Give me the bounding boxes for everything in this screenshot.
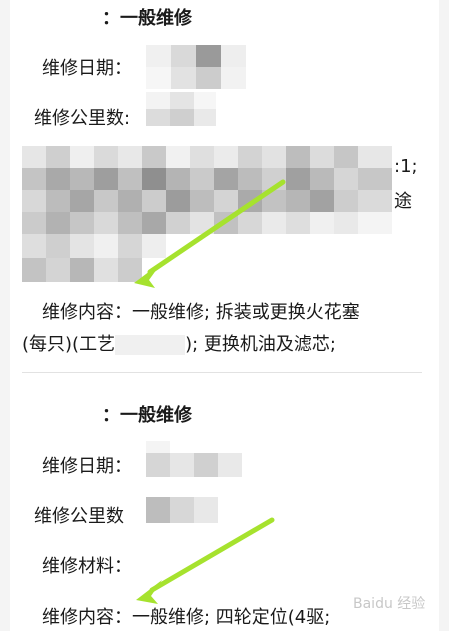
repair-date-label: 维修日期： — [42, 58, 132, 79]
repair-content-value: 一般维修; 拆装或更换火花塞 — [132, 302, 360, 323]
record-title: ：一般维修 — [102, 405, 192, 426]
repair-content-label: 维修内容： — [42, 302, 132, 323]
repair-date-label: 维修日期： — [42, 456, 132, 477]
materials-tail-text: :1; — [394, 156, 418, 177]
repair-content-continuation: (每只)(工艺 ); 更换机油及滤芯; — [22, 330, 336, 356]
watermark-text: Baidu 经验 — [353, 596, 426, 612]
redacted-repair-mileage — [146, 497, 218, 523]
repair-mileage-row: 维修公里数 — [34, 502, 124, 528]
materials-tail-text: 途 — [394, 191, 412, 212]
repair-date-row: 维修日期： — [42, 452, 132, 478]
baidu-watermark: Baidu 经验 — [345, 575, 445, 627]
record-title: ：一般维修 — [102, 8, 192, 29]
repair-mileage-label: 维修公里数 — [34, 506, 124, 527]
record-divider — [22, 372, 422, 373]
repair-content-row: 维修内容：一般维修; 四轮定位(4驱; — [42, 603, 330, 629]
redacted-repair-mileage — [146, 92, 216, 126]
redacted-craft-detail — [115, 335, 186, 355]
repair-mileage-row: 维修公里数: — [34, 104, 130, 130]
repair-mileage-separator: : — [124, 108, 131, 129]
repair-content-line2-end: ); 更换机油及滤芯; — [185, 334, 336, 355]
repair-mileage-label: 维修公里数 — [34, 108, 124, 129]
redacted-repair-date — [146, 45, 246, 89]
redacted-repair-date — [146, 441, 242, 477]
repair-content-value: 一般维修; 四轮定位(4驱; — [132, 607, 331, 628]
repair-content-line2-start: (每只)(工艺 — [22, 334, 116, 355]
page-right-edge — [439, 0, 449, 631]
repair-materials-label: 维修材料： — [42, 556, 132, 577]
repair-date-row: 维修日期： — [42, 54, 132, 80]
repair-materials-row: 维修材料： — [42, 552, 132, 578]
redacted-repair-materials — [22, 146, 392, 282]
page-left-edge — [0, 0, 10, 631]
repair-content-row: 维修内容：一般维修; 拆装或更换火花塞 — [42, 298, 360, 324]
repair-content-label: 维修内容： — [42, 607, 132, 628]
